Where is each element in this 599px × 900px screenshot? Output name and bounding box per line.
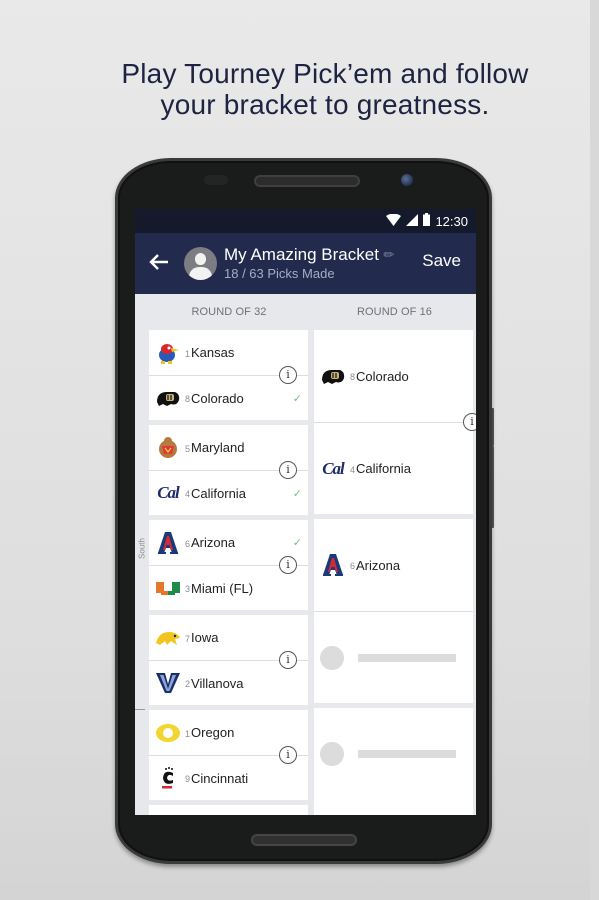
team-seed: 8 [350,372,356,382]
team-seed: 4 [185,489,191,499]
team-seed: 4 [350,464,356,475]
empty-logo-placeholder [320,645,344,670]
matchup-card: 1 Kansas 8 Colorado ✓ i [149,330,308,420]
team-seed: 6 [185,538,191,549]
bracket-title-block: My Amazing Bracket ✎ 18 / 63 Picks Made [224,245,398,282]
info-icon[interactable]: i [279,651,297,669]
info-icon[interactable]: i [279,366,297,384]
matchup-card: 5 Maryland Cal 4 California ✓ i [149,425,308,515]
cincinnati-c-logo [155,765,181,791]
matchup-card: 6 Arizona [314,519,473,703]
app-screen: 12:30 My Amazing Bracket ✎ 18 / 63 Picks… [135,209,476,815]
back-button[interactable] [135,233,183,294]
colorado-buffalo-logo [155,385,181,411]
front-camera [401,174,413,186]
villanova-v-logo [155,670,181,696]
checkmark-icon: ✓ [292,537,302,549]
team-seed: 1 [185,348,191,359]
team-name: Miami (FL) [191,580,254,596]
info-icon[interactable]: i [463,413,476,431]
region-label: South [137,538,147,559]
maryland-terrapin-logo [155,435,181,461]
round-of-32-column: 1 Kansas 8 Colorado ✓ i 5 Maryland Cal 4… [149,330,308,815]
team-seed: 6 [350,561,356,571]
round-of-16-header[interactable]: ROUND OF 16 [313,294,476,330]
cal-logo: Cal [157,483,180,502]
status-bar: 12:30 [135,209,476,233]
empty-name-placeholder [358,750,456,758]
matchup-card [149,805,308,815]
kansas-jayhawk-logo [155,340,181,366]
info-icon[interactable]: i [279,746,297,764]
team-seed: 7 [185,633,191,644]
team-name: Cincinnati [191,770,249,786]
round-of-16-column: 8 Colorado Cal 4 California i 6 Arizona [314,330,476,815]
user-avatar-icon[interactable] [184,247,217,280]
phone-bottom-speaker [251,834,357,846]
promo-headline: Play Tourney Pick’em and follow your bra… [60,58,590,120]
team-slot[interactable]: 6 Arizona [314,519,473,611]
team-seed: 3 [185,584,191,594]
matchup-card [314,708,473,815]
team-seed: 1 [185,728,191,739]
colorado-buffalo-logo [320,363,346,389]
phone-earpiece [254,175,360,187]
round-of-32-header[interactable]: ROUND OF 32 [135,294,313,330]
arizona-a-logo [320,552,346,578]
team-name: California [191,485,246,501]
checkmark-icon: ✓ [292,392,302,405]
pencil-icon[interactable]: ✎ [380,245,399,264]
bracket-title[interactable]: My Amazing Bracket [224,245,379,265]
team-name: Kansas [191,345,235,360]
team-name: Villanova [191,675,244,691]
team-seed: 8 [185,394,191,404]
miami-u-logo [155,575,181,601]
cell-signal-icon [406,213,419,229]
background-edge [590,0,599,900]
region-divider [135,709,145,710]
matchup-card: 6 Arizona ✓ 3 Miami (FL) i [149,520,308,610]
save-button[interactable]: Save [422,251,461,271]
team-name: Oregon [191,725,235,740]
info-icon[interactable]: i [279,461,297,479]
bracket-view[interactable]: South 1 Kansas 8 Colorado ✓ i 5 Maryland… [135,330,476,815]
headline-line-2: your bracket to greatness. [160,89,490,120]
iowa-hawkeye-logo [155,625,181,651]
oregon-o-logo [155,720,181,746]
empty-name-placeholder [358,653,456,662]
team-seed: 5 [185,443,191,454]
status-time: 12:30 [435,213,468,229]
arizona-a-logo [155,530,181,556]
team-name: Arizona [356,557,401,573]
empty-logo-placeholder [320,742,344,766]
matchup-card: 1 Oregon 9 Cincinnati i [149,710,308,800]
cal-logo: Cal [322,458,345,478]
checkmark-icon: ✓ [292,487,302,500]
team-seed: 2 [185,679,191,689]
empty-team-slot[interactable] [314,611,473,703]
team-name: Colorado [356,368,409,384]
matchup-card: 7 Iowa 2 Villanova i [149,615,308,705]
empty-team-slot[interactable] [314,708,473,800]
round-headers: ROUND OF 32 ROUND OF 16 [135,294,476,330]
team-name: Maryland [191,440,245,455]
team-name: Colorado [191,390,244,406]
team-slot[interactable]: 8 Colorado [314,330,473,422]
headline-line-1: Play Tourney Pick’em and follow [121,58,529,89]
team-name: California [356,461,411,476]
arrow-left-icon [149,250,169,278]
info-icon[interactable]: i [279,556,297,574]
region-rail: South [135,330,148,815]
team-seed: 9 [185,774,191,784]
phone-sensor [204,175,228,185]
team-name: Arizona [191,535,236,550]
wifi-icon [386,213,402,229]
battery-icon [423,213,431,229]
team-slot[interactable]: Cal 4 California [314,422,473,514]
picks-made-count: 18 / 63 Picks Made [224,266,335,281]
team-name: Iowa [191,630,219,645]
app-bar: My Amazing Bracket ✎ 18 / 63 Picks Made … [135,233,476,294]
matchup-card: 8 Colorado Cal 4 California i [314,330,476,514]
